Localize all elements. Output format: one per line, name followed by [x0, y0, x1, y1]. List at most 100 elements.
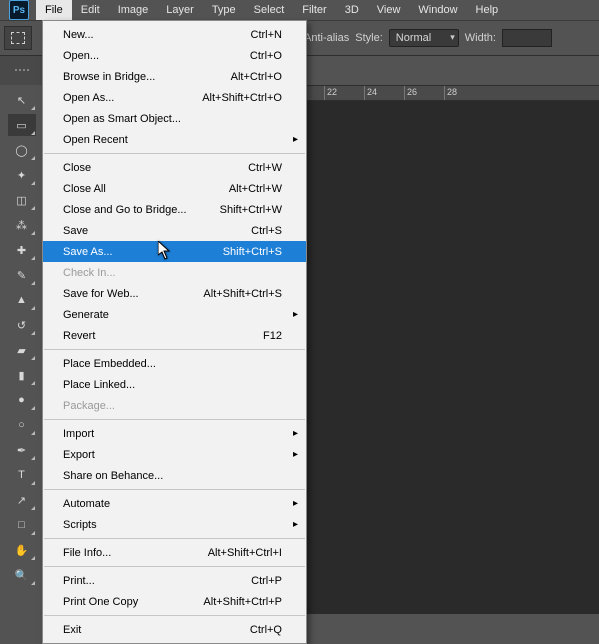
- menu-item-label: Check In...: [63, 267, 282, 279]
- dodge-tool[interactable]: ○: [8, 414, 36, 436]
- menu-close[interactable]: CloseCtrl+W: [43, 157, 306, 178]
- menu-item-label: Open...: [63, 50, 250, 62]
- submenu-indicator-icon: [31, 556, 35, 560]
- menu-item-label: Share on Behance...: [63, 470, 282, 482]
- menu-new[interactable]: New...Ctrl+N: [43, 24, 306, 45]
- menu-item-label: Place Embedded...: [63, 358, 282, 370]
- menu-view[interactable]: View: [368, 0, 410, 20]
- menu-save[interactable]: SaveCtrl+S: [43, 220, 306, 241]
- antialias-label: Anti-alias: [304, 32, 349, 44]
- menu-layer[interactable]: Layer: [157, 0, 203, 20]
- submenu-indicator-icon: [31, 256, 35, 260]
- menu-window[interactable]: Window: [409, 0, 466, 20]
- blur-tool[interactable]: ●: [8, 389, 36, 411]
- style-value: Normal: [396, 32, 431, 44]
- menu-item-shortcut: Shift+Ctrl+S: [223, 246, 282, 258]
- menu-revert[interactable]: RevertF12: [43, 325, 306, 346]
- menu-file[interactable]: File: [36, 0, 72, 20]
- width-label: Width:: [465, 32, 496, 44]
- submenu-indicator-icon: [31, 356, 35, 360]
- menu-item-label: Save for Web...: [63, 288, 203, 300]
- menu-print[interactable]: Print...Ctrl+P: [43, 570, 306, 591]
- submenu-indicator-icon: [31, 506, 35, 510]
- menu-item-label: Close: [63, 162, 248, 174]
- tools-panel: ↖ ▭ ◯ ✦ ◫ ⁂ ✚ ✎ ▲ ↺ ▰ ▮ ● ○ ✒ T ↗ □ ✋ 🔍: [0, 85, 44, 614]
- chevron-down-icon: ▾: [450, 32, 455, 43]
- submenu-indicator-icon: [31, 206, 35, 210]
- submenu-indicator-icon: [31, 306, 35, 310]
- menu-separator: [44, 153, 305, 154]
- submenu-indicator-icon: [31, 456, 35, 460]
- tools-panel-grip[interactable]: [0, 56, 44, 85]
- pen-tool[interactable]: ✒: [8, 439, 36, 461]
- menu-open-as[interactable]: Open As...Alt+Shift+Ctrl+O: [43, 87, 306, 108]
- hand-tool[interactable]: ✋: [8, 539, 36, 561]
- menu-browse-bridge[interactable]: Browse in Bridge...Alt+Ctrl+O: [43, 66, 306, 87]
- menu-open-recent[interactable]: Open Recent: [43, 129, 306, 150]
- rect-marquee-tool[interactable]: ▭: [8, 114, 36, 136]
- crop-tool[interactable]: ◫: [8, 189, 36, 211]
- menu-exit[interactable]: ExitCtrl+Q: [43, 619, 306, 640]
- clone-stamp-tool[interactable]: ▲: [8, 289, 36, 311]
- menu-automate[interactable]: Automate: [43, 493, 306, 514]
- hand-tool-icon: ✋: [15, 544, 29, 557]
- menu-item-label: Package...: [63, 400, 282, 412]
- menu-item-shortcut: F12: [263, 330, 282, 342]
- menu-export[interactable]: Export: [43, 444, 306, 465]
- file-menu-dropdown: New...Ctrl+NOpen...Ctrl+OBrowse in Bridg…: [42, 20, 307, 644]
- rectangle-shape-tool[interactable]: □: [8, 514, 36, 536]
- menubar: Ps FileEditImageLayerTypeSelectFilter3DV…: [0, 0, 599, 20]
- menu-close-goto-bridge[interactable]: Close and Go to Bridge...Shift+Ctrl+W: [43, 199, 306, 220]
- type-tool[interactable]: T: [8, 464, 36, 486]
- menu-place-linked[interactable]: Place Linked...: [43, 374, 306, 395]
- menu-file-info[interactable]: File Info...Alt+Shift+Ctrl+I: [43, 542, 306, 563]
- gradient-tool[interactable]: ▮: [8, 364, 36, 386]
- menu-generate[interactable]: Generate: [43, 304, 306, 325]
- menu-item-shortcut: Alt+Shift+Ctrl+S: [203, 288, 282, 300]
- menu-save-for-web[interactable]: Save for Web...Alt+Shift+Ctrl+S: [43, 283, 306, 304]
- eyedropper-tool-icon: ⁂: [16, 219, 27, 232]
- healing-brush-tool[interactable]: ✚: [8, 239, 36, 261]
- menu-check-in: Check In...: [43, 262, 306, 283]
- menu-print-one[interactable]: Print One CopyAlt+Shift+Ctrl+P: [43, 591, 306, 612]
- style-select[interactable]: Normal ▾: [389, 29, 459, 47]
- menu-image[interactable]: Image: [109, 0, 158, 20]
- width-input[interactable]: [502, 29, 552, 47]
- history-brush-tool[interactable]: ↺: [8, 314, 36, 336]
- move-tool[interactable]: ↖: [8, 89, 36, 111]
- submenu-indicator-icon: [31, 131, 35, 135]
- menu-item-shortcut: Ctrl+P: [251, 575, 282, 587]
- menu-select[interactable]: Select: [245, 0, 294, 20]
- menu-share-behance[interactable]: Share on Behance...: [43, 465, 306, 486]
- path-select-tool[interactable]: ↗: [8, 489, 36, 511]
- menu-import[interactable]: Import: [43, 423, 306, 444]
- zoom-tool[interactable]: 🔍: [8, 564, 36, 586]
- magic-wand-tool[interactable]: ✦: [8, 164, 36, 186]
- menu-item-label: Print...: [63, 575, 251, 587]
- menu-edit[interactable]: Edit: [72, 0, 109, 20]
- tool-preset-picker[interactable]: [4, 26, 32, 50]
- menu-type[interactable]: Type: [203, 0, 245, 20]
- menu-3d[interactable]: 3D: [336, 0, 368, 20]
- menu-save-as[interactable]: Save As...Shift+Ctrl+S: [43, 241, 306, 262]
- menu-close-all[interactable]: Close AllAlt+Ctrl+W: [43, 178, 306, 199]
- submenu-indicator-icon: [31, 181, 35, 185]
- menu-separator: [44, 419, 305, 420]
- lasso-tool[interactable]: ◯: [8, 139, 36, 161]
- magic-wand-tool-icon: ✦: [17, 169, 26, 182]
- menu-open-smart-object[interactable]: Open as Smart Object...: [43, 108, 306, 129]
- menu-scripts[interactable]: Scripts: [43, 514, 306, 535]
- menu-help[interactable]: Help: [467, 0, 508, 20]
- eraser-tool[interactable]: ▰: [8, 339, 36, 361]
- menu-item-shortcut: Alt+Shift+Ctrl+I: [208, 547, 282, 559]
- menu-item-shortcut: Shift+Ctrl+W: [220, 204, 282, 216]
- menu-place-embedded[interactable]: Place Embedded...: [43, 353, 306, 374]
- menu-item-label: Close and Go to Bridge...: [63, 204, 220, 216]
- brush-tool[interactable]: ✎: [8, 264, 36, 286]
- eyedropper-tool[interactable]: ⁂: [8, 214, 36, 236]
- menu-separator: [44, 349, 305, 350]
- menu-filter[interactable]: Filter: [293, 0, 335, 20]
- ruler-tick: 26: [404, 86, 444, 100]
- submenu-indicator-icon: [31, 406, 35, 410]
- menu-open[interactable]: Open...Ctrl+O: [43, 45, 306, 66]
